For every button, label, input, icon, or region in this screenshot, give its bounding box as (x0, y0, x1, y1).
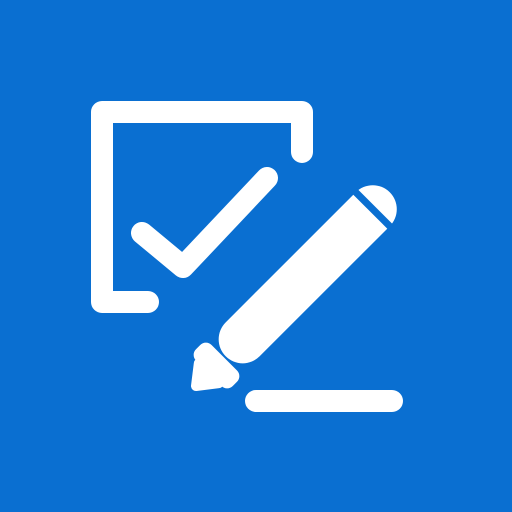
icon-background (0, 0, 512, 512)
checklist-with-pen-icon (0, 0, 512, 512)
app-icon (0, 0, 512, 512)
